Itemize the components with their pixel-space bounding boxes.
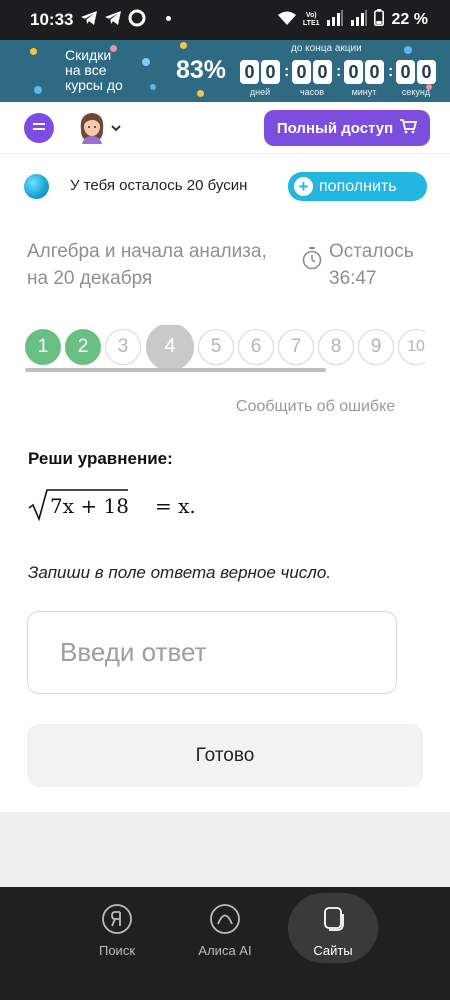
confetti [30,48,37,55]
status-time: 10:33 [30,10,74,29]
confetti [34,86,42,94]
refill-button[interactable]: + пополнить [288,172,427,201]
cart-icon [399,118,418,138]
yandex-search-icon [101,903,133,935]
page-footer-area [0,812,450,887]
beads-text: У тебя осталось 20 бусин [70,177,248,194]
page-4[interactable]: 4 [146,325,194,371]
page-3[interactable]: 3 [105,329,141,365]
sites-icon [317,903,349,935]
timer-minutes: 00 минут [342,60,386,97]
more-notifications-icon [166,15,171,21]
telegram-icon [80,10,98,26]
bottom-navigation: Поиск Алиса AI Сайты [0,887,450,1000]
promo-caption: до конца акции [291,43,362,54]
promo-text: Скидки на все курсы до [65,47,123,93]
alice-icon [209,903,241,935]
battery-percent: 22 % [391,11,428,28]
countdown-timer: 00 дней : 00 часов : 00 минут : 00 секун… [238,60,438,97]
telegram-icon [104,10,122,26]
timer-seconds: 00 секунд [394,60,438,97]
page-10[interactable]: 10 [398,329,425,365]
page-7[interactable]: 7 [278,329,314,365]
divider [0,153,450,154]
chat-app-icon [128,9,146,27]
confetti [180,42,187,49]
page-5[interactable]: 5 [198,329,234,365]
equation-rest: = x. [155,494,196,518]
nav-sites[interactable]: Сайты [288,893,378,963]
report-error-link[interactable]: Сообщить об ошибке [236,398,395,416]
task-title: Алгебра и начала анализа, на 20 декабря [27,241,267,289]
signal-icon [350,9,368,31]
beads-bar: У тебя осталось 20 бусин + пополнить [0,160,450,212]
answer-input[interactable] [27,611,397,694]
app-header: Полный доступ [0,102,450,152]
signal-icon [326,9,344,31]
timer-hours: 00 часов [290,60,334,97]
nav-alice[interactable]: Алиса AI [180,903,270,958]
time-remaining: Осталось 36:47 [329,241,414,289]
confetti [404,46,412,54]
promo-percent: 83% [176,56,227,84]
status-bar: 10:33 Vo) LTE1 22 % [0,0,450,40]
confetti [197,90,204,97]
answer-hint: Запиши в поле ответа верное число. [28,563,332,582]
page-9[interactable]: 9 [358,329,394,365]
timer-days: 00 дней [238,60,282,97]
status-notifications [80,9,171,27]
avatar[interactable] [76,110,108,144]
page-8[interactable]: 8 [318,329,354,365]
battery-icon [373,9,384,31]
wifi-icon [277,10,297,31]
confetti [150,84,156,90]
nav-search[interactable]: Поиск [72,903,162,958]
pager-scrollbar[interactable] [25,368,326,372]
full-access-button[interactable]: Полный доступ [264,110,430,146]
status-right: Vo) LTE1 22 % [277,9,428,31]
page-2[interactable]: 2 [65,329,101,365]
stopwatch-icon [301,246,323,275]
chevron-down-icon[interactable] [110,120,122,138]
chat-icon[interactable] [24,113,54,143]
page-6[interactable]: 6 [238,329,274,365]
plus-icon: + [294,177,313,196]
equation-radicand: 7x + 18 [50,494,129,518]
confetti [142,58,150,66]
bead-icon [24,174,49,199]
promo-banner[interactable]: Скидки на все курсы до 83% до конца акци… [0,40,450,102]
page-1[interactable]: 1 [25,329,61,365]
volte-icon: Vo) LTE1 [302,12,320,27]
done-button[interactable]: Готово [27,724,423,787]
problem-heading: Реши уравнение: [28,449,173,468]
